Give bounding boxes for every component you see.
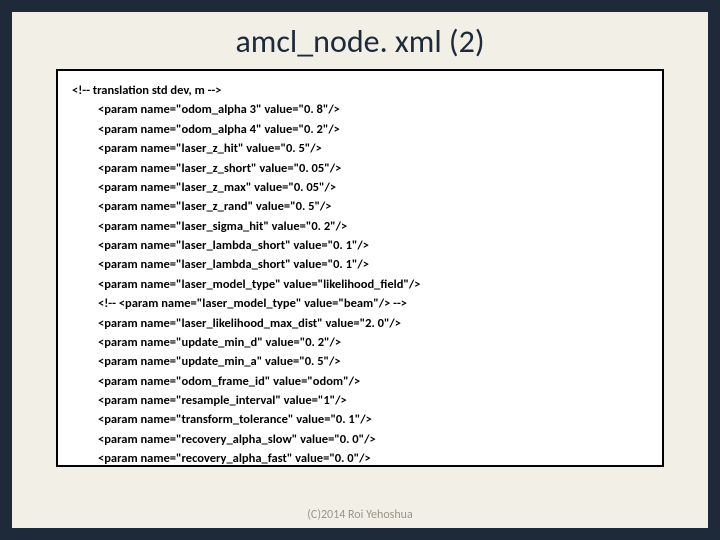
- code-line: <param name="laser_z_max" value="0. 05"/…: [98, 178, 648, 197]
- code-block: <!-- translation std dev, m --> <param n…: [56, 69, 664, 467]
- code-line: <param name="transform_tolerance" value=…: [98, 410, 648, 429]
- code-line: <param name="laser_sigma_hit" value="0. …: [98, 217, 648, 236]
- code-line: <param name="laser_z_rand" value="0. 5"/…: [98, 197, 648, 216]
- code-line: <param name="update_min_a" value="0. 5"/…: [98, 352, 648, 371]
- code-comment: <!-- translation std dev, m -->: [72, 81, 648, 100]
- code-line: <param name="laser_lambda_short" value="…: [98, 255, 648, 274]
- code-line: <param name="laser_likelihood_max_dist" …: [98, 314, 648, 333]
- code-line: <param name="resample_interval" value="1…: [98, 391, 648, 410]
- code-line: <param name="laser_lambda_short" value="…: [98, 236, 648, 255]
- code-line: <!-- <param name="laser_model_type" valu…: [98, 294, 648, 313]
- slide-title: amcl_node. xml (2): [12, 12, 708, 69]
- code-line: <param name="odom_alpha 4" value="0. 2"/…: [98, 120, 648, 139]
- code-line: <param name="laser_z_short" value="0. 05…: [98, 159, 648, 178]
- code-params: <param name="odom_alpha 3" value="0. 8"/…: [72, 100, 648, 467]
- code-line: <param name="laser_model_type" value="li…: [98, 275, 648, 294]
- code-line: <param name="update_min_d" value="0. 2"/…: [98, 333, 648, 352]
- code-line: <param name="recovery_alpha_fast" value=…: [98, 449, 648, 467]
- code-line: <param name="laser_z_hit" value="0. 5"/>: [98, 139, 648, 158]
- code-line: <param name="odom_alpha 3" value="0. 8"/…: [98, 100, 648, 119]
- code-line: <param name="recovery_alpha_slow" value=…: [98, 430, 648, 449]
- code-line: <param name="odom_frame_id" value="odom"…: [98, 372, 648, 391]
- slide-frame: amcl_node. xml (2) <!-- translation std …: [0, 0, 720, 540]
- footer-copyright: (C)2014 Roi Yehoshua: [12, 508, 708, 522]
